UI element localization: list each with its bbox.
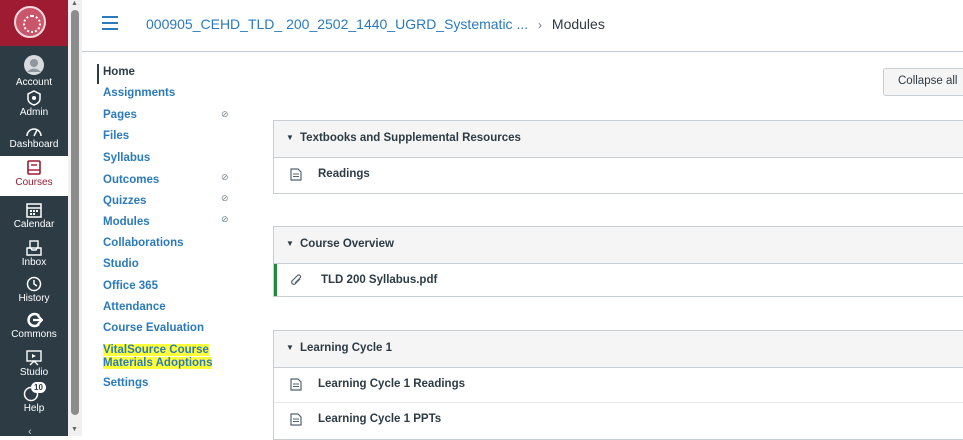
eye-slash-icon: ⊘: [221, 109, 229, 119]
module-item-title[interactable]: Learning Cycle 1 PPTs: [318, 413, 441, 425]
nav-studio-label: Studio: [19, 367, 49, 378]
course-nav-syllabus[interactable]: Syllabus: [103, 152, 150, 165]
nav-courses[interactable]: Courses: [0, 156, 68, 196]
university-logo[interactable]: [14, 6, 46, 38]
attachment-icon: [291, 274, 302, 285]
nav-admin-label: Admin: [19, 107, 49, 118]
breadcrumb: 000905_CEHD_TLD_ 200_2502_1440_UGRD_Syst…: [146, 16, 605, 32]
nav-calendar[interactable]: Calendar: [0, 202, 68, 230]
module-title: Textbooks and Supplemental Resources: [300, 132, 521, 144]
course-nav-pages[interactable]: Pages: [103, 109, 137, 122]
module-header[interactable]: ▼ Learning Cycle 1: [274, 331, 963, 368]
page-icon: [290, 168, 302, 181]
global-navigation: Account Admin Dashboard Courses Calendar…: [0, 0, 68, 438]
nav-history-label: History: [18, 293, 50, 304]
studio-icon: [26, 350, 42, 366]
courses-icon: [27, 160, 41, 175]
calendar-icon: [26, 203, 42, 218]
history-icon: [26, 276, 42, 292]
module-item-title[interactable]: TLD 200 Syllabus.pdf: [321, 274, 437, 286]
course-nav-modules[interactable]: Modules: [103, 216, 150, 229]
hamburger-menu-icon[interactable]: [102, 16, 118, 30]
eye-slash-icon: ⊘: [221, 193, 229, 203]
module-header[interactable]: ▼ Course Overview: [274, 227, 963, 264]
module-header[interactable]: ▼ Textbooks and Supplemental Resources: [274, 121, 963, 158]
module-item[interactable]: TLD 200 Syllabus.pdf: [274, 264, 963, 296]
course-nav-files[interactable]: Files: [103, 130, 129, 143]
caret-down-icon: ▼: [286, 343, 294, 352]
scroll-down-arrow[interactable]: ▼: [71, 426, 78, 433]
page-icon: [290, 378, 302, 391]
course-nav-home[interactable]: Home: [103, 66, 135, 79]
course-nav-assignments[interactable]: Assignments: [103, 87, 175, 100]
course-nav-collaborations[interactable]: Collaborations: [103, 237, 184, 250]
nav-inbox-label: Inbox: [21, 257, 47, 268]
module-item[interactable]: Learning Cycle 1 Readings: [274, 368, 963, 403]
nav-help-label: Help: [23, 403, 45, 414]
nav-inbox[interactable]: Inbox: [0, 240, 68, 268]
module-learning-cycle-1: ▼ Learning Cycle 1 Learning Cycle 1 Read…: [273, 330, 963, 440]
nav-studio[interactable]: Studio: [0, 350, 68, 378]
course-nav-settings[interactable]: Settings: [103, 377, 148, 390]
nav-account-label: Account: [15, 77, 53, 88]
vitalsource-label-line2: Materials Adoptions: [103, 357, 213, 369]
module-textbooks: ▼ Textbooks and Supplemental Resources R…: [273, 120, 963, 194]
global-nav-menu: Account Admin Dashboard Courses Calendar…: [0, 46, 68, 438]
course-nav-attendance[interactable]: Attendance: [103, 301, 166, 314]
nav-dashboard-label: Dashboard: [9, 139, 59, 150]
dashboard-icon: [26, 128, 42, 137]
course-nav-studio[interactable]: Studio: [103, 258, 139, 271]
course-nav-office-365[interactable]: Office 365: [103, 280, 158, 293]
nav-calendar-label: Calendar: [13, 219, 55, 230]
scrollbar[interactable]: ▲ ▼: [68, 0, 82, 436]
breadcrumb-course-link[interactable]: 000905_CEHD_TLD_ 200_2502_1440_UGRD_Syst…: [146, 16, 528, 32]
admin-icon: [27, 90, 41, 106]
module-item[interactable]: Learning Cycle 1 PPTs: [274, 403, 963, 438]
nav-commons[interactable]: Commons: [0, 312, 68, 340]
page-header: 000905_CEHD_TLD_ 200_2502_1440_UGRD_Syst…: [82, 0, 963, 52]
page-icon: [290, 413, 302, 426]
module-item-title[interactable]: Learning Cycle 1 Readings: [318, 378, 465, 390]
nav-dashboard[interactable]: Dashboard: [0, 124, 68, 150]
account-icon: [24, 55, 44, 75]
course-nav-quizzes[interactable]: Quizzes: [103, 195, 146, 208]
module-course-overview: ▼ Course Overview TLD 200 Syllabus.pdf: [273, 226, 963, 297]
scroll-up-arrow[interactable]: ▲: [71, 0, 78, 7]
course-nav-course-evaluation[interactable]: Course Evaluation: [103, 322, 204, 335]
scrollbar-thumb[interactable]: [71, 10, 79, 415]
nav-help[interactable]: 10 Help: [0, 382, 68, 414]
nav-commons-label: Commons: [11, 329, 57, 340]
caret-down-icon: ▼: [286, 239, 294, 248]
course-nav-vitalsource[interactable]: VitalSource Course Materials Adoptions: [103, 344, 213, 370]
module-item-title[interactable]: Readings: [318, 168, 370, 180]
breadcrumb-current-page: Modules: [551, 16, 605, 32]
help-badge: 10: [31, 382, 46, 393]
current-item-indicator: [97, 64, 99, 84]
module-title: Learning Cycle 1: [300, 342, 393, 354]
commons-icon: [27, 312, 43, 328]
inbox-icon: [26, 240, 42, 256]
nav-collapse-arrow[interactable]: ‹: [28, 426, 32, 438]
module-title: Course Overview: [300, 238, 394, 250]
eye-slash-icon: ⊘: [221, 214, 229, 224]
nav-admin[interactable]: Admin: [0, 90, 68, 118]
vitalsource-label-line1: VitalSource Course: [103, 344, 209, 356]
help-icon-wrap: 10: [23, 382, 46, 402]
nav-history[interactable]: History: [0, 276, 68, 304]
caret-down-icon: ▼: [286, 133, 294, 142]
nav-account[interactable]: Account: [0, 54, 68, 88]
collapse-all-button[interactable]: Collapse all: [883, 68, 963, 96]
eye-slash-icon: ⊘: [221, 172, 229, 182]
breadcrumb-separator: ›: [538, 18, 543, 32]
course-nav-outcomes[interactable]: Outcomes: [103, 174, 159, 187]
nav-courses-label: Courses: [15, 177, 53, 188]
module-item[interactable]: Readings: [274, 158, 963, 193]
